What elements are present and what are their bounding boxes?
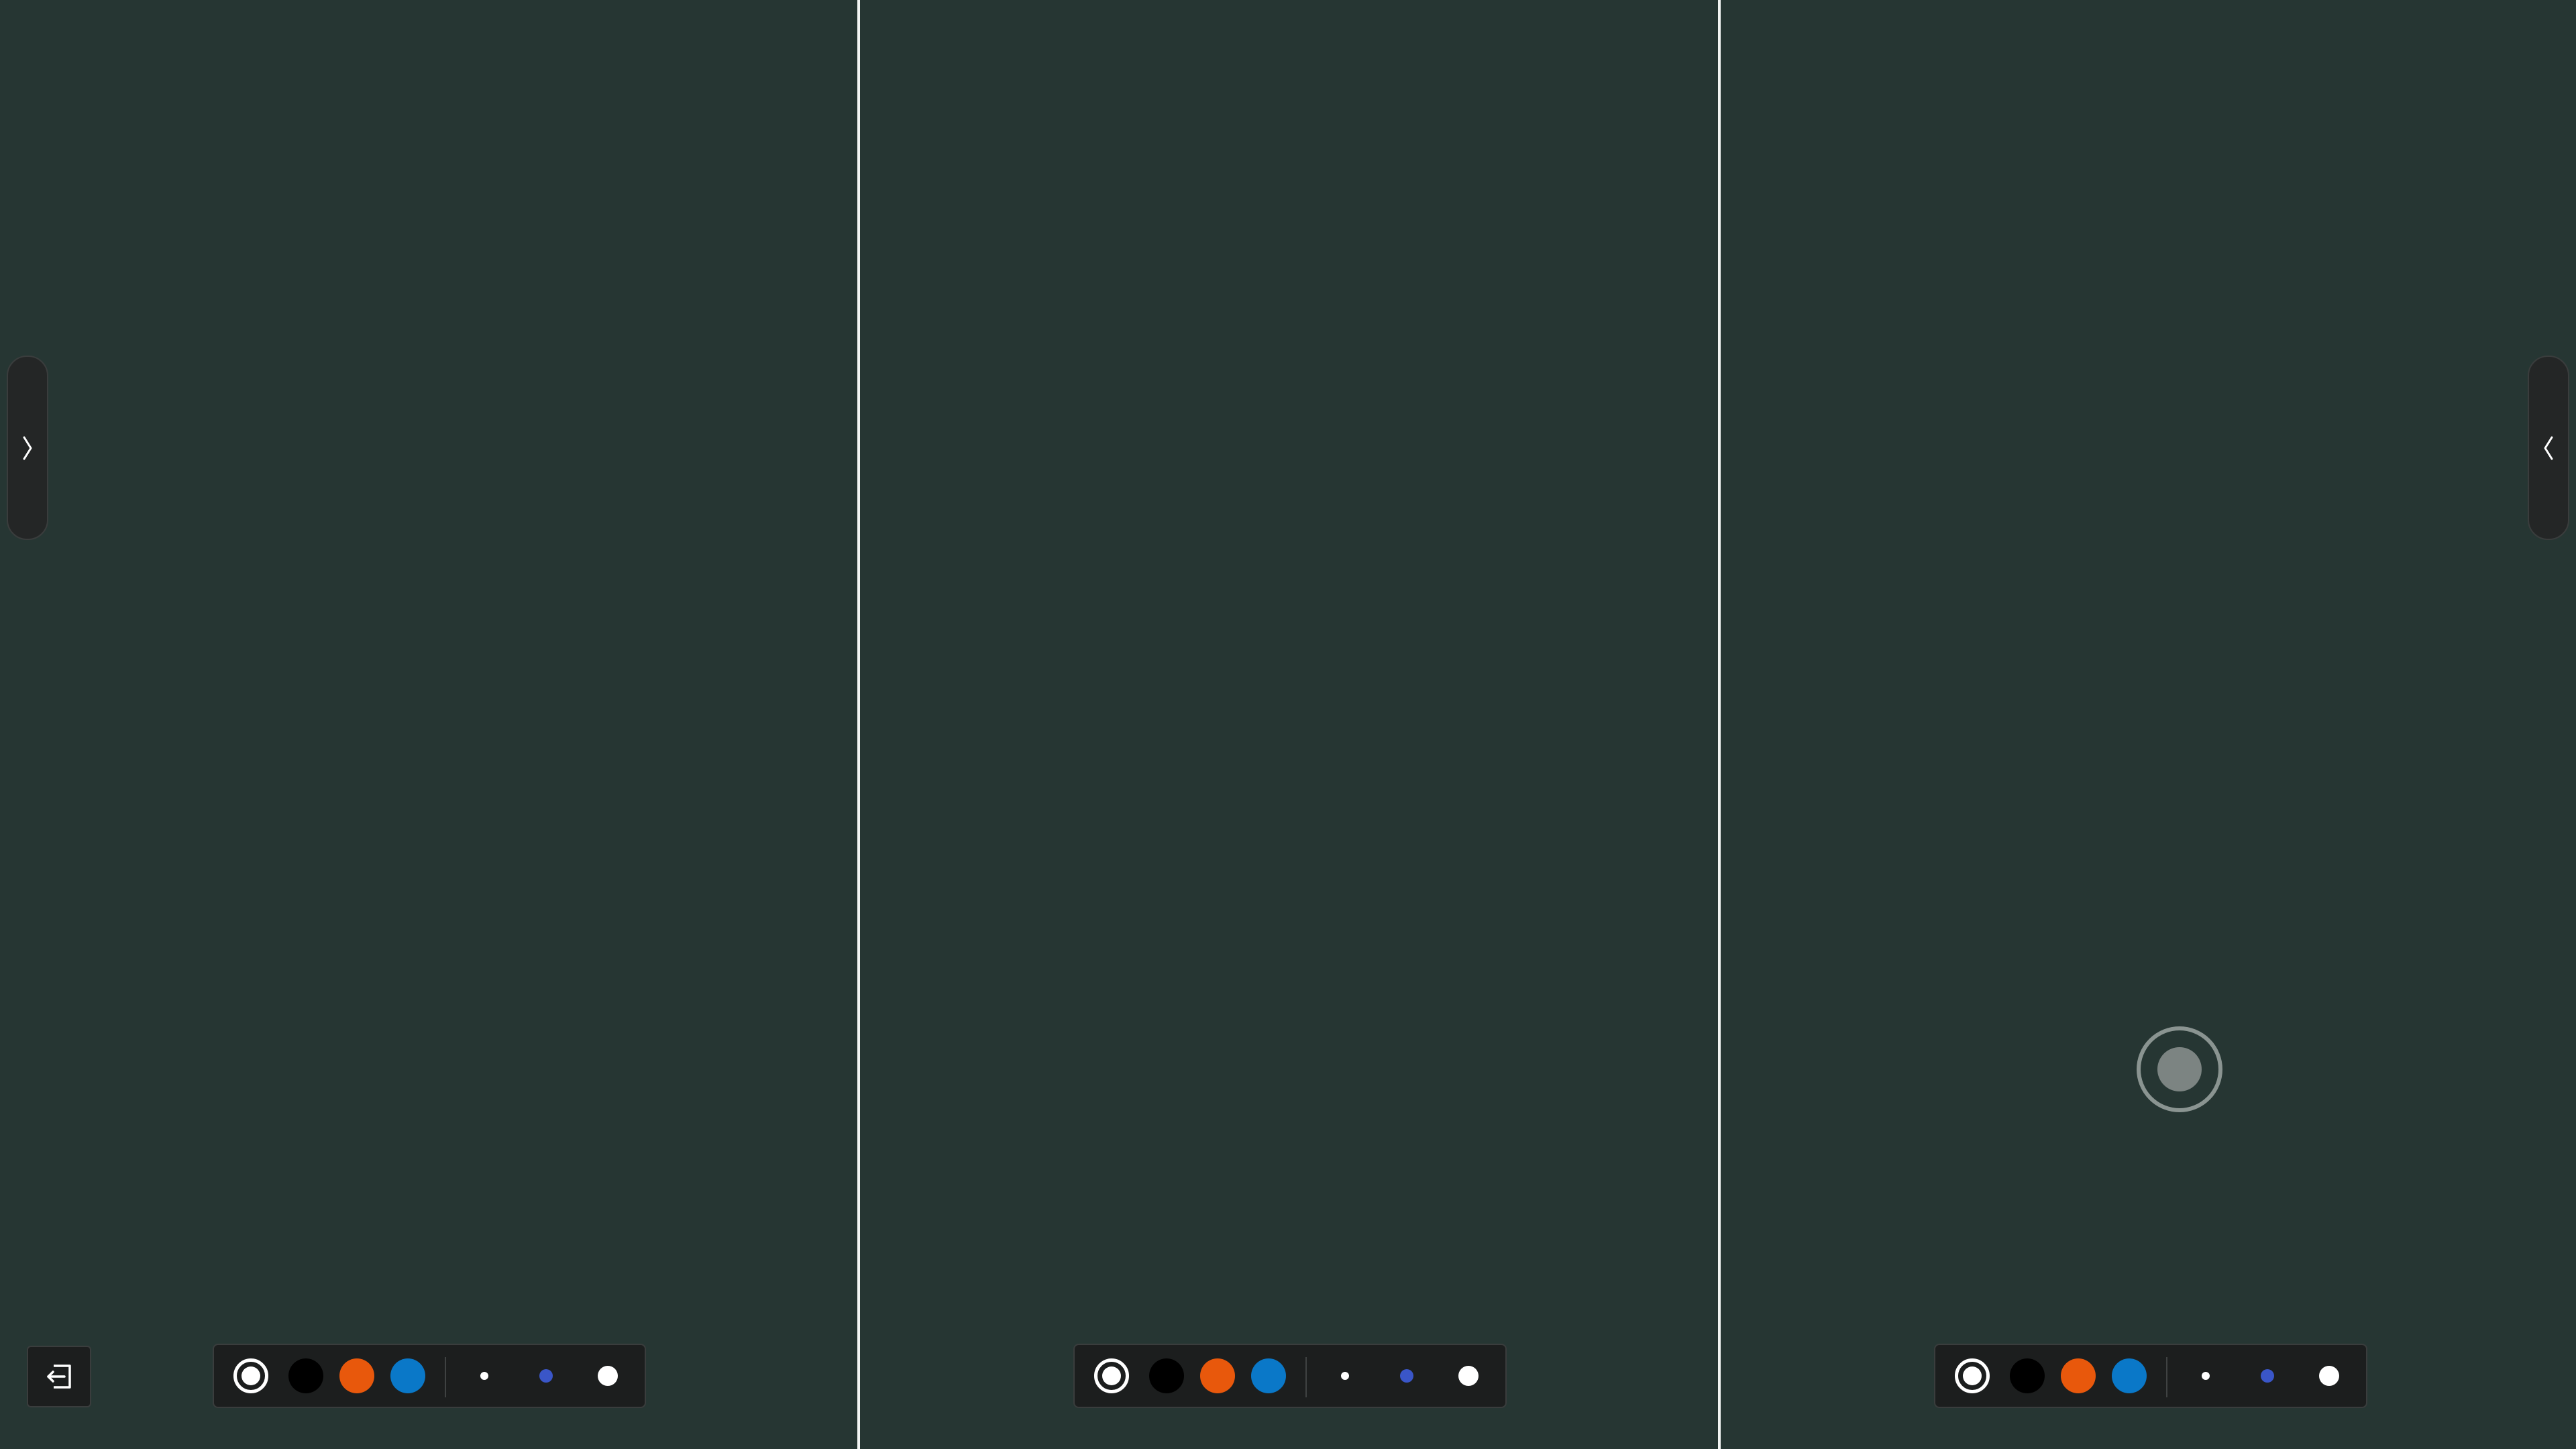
color-orange-button[interactable] <box>2061 1358 2096 1393</box>
panel-2[interactable] <box>860 0 1719 1449</box>
chevron-right-icon <box>23 436 32 460</box>
color-black-button[interactable] <box>1149 1358 1184 1393</box>
panel-1[interactable] <box>0 0 859 1449</box>
left-drawer-handle[interactable] <box>7 356 48 540</box>
size-small-button[interactable] <box>1341 1372 1349 1380</box>
color-blue-button[interactable] <box>2112 1358 2147 1393</box>
toolbar-divider <box>2166 1357 2167 1397</box>
whiteboard <box>0 0 2576 1449</box>
color-orange-button[interactable] <box>1200 1358 1235 1393</box>
pen-tool-button[interactable] <box>233 1358 268 1393</box>
color-black-button[interactable] <box>288 1358 323 1393</box>
panel-3[interactable] <box>1721 0 2576 1449</box>
touch-cursor-dot <box>2157 1047 2202 1091</box>
touch-cursor-marker <box>2137 1026 2222 1112</box>
toolbar-divider <box>445 1357 446 1397</box>
color-black-button[interactable] <box>2010 1358 2045 1393</box>
size-large-button[interactable] <box>1458 1366 1479 1386</box>
color-blue-button[interactable] <box>1251 1358 1286 1393</box>
color-blue-button[interactable] <box>390 1358 425 1393</box>
chevron-left-icon <box>2544 436 2553 460</box>
size-small-button[interactable] <box>2202 1372 2210 1380</box>
exit-button[interactable] <box>27 1346 91 1407</box>
toolbar <box>1073 1344 1507 1408</box>
pen-tool-button[interactable] <box>1955 1358 1990 1393</box>
size-large-button[interactable] <box>598 1366 618 1386</box>
size-small-button[interactable] <box>480 1372 488 1380</box>
right-drawer-handle[interactable] <box>2528 356 2569 540</box>
toolbar-divider <box>1305 1357 1307 1397</box>
size-medium-button[interactable] <box>539 1369 553 1383</box>
exit-icon <box>47 1364 71 1389</box>
color-orange-button[interactable] <box>339 1358 374 1393</box>
size-large-button[interactable] <box>2319 1366 2339 1386</box>
size-medium-button[interactable] <box>2261 1369 2274 1383</box>
toolbar <box>1934 1344 2367 1408</box>
size-medium-button[interactable] <box>1400 1369 1413 1383</box>
toolbar <box>213 1344 646 1408</box>
pen-tool-button[interactable] <box>1094 1358 1129 1393</box>
